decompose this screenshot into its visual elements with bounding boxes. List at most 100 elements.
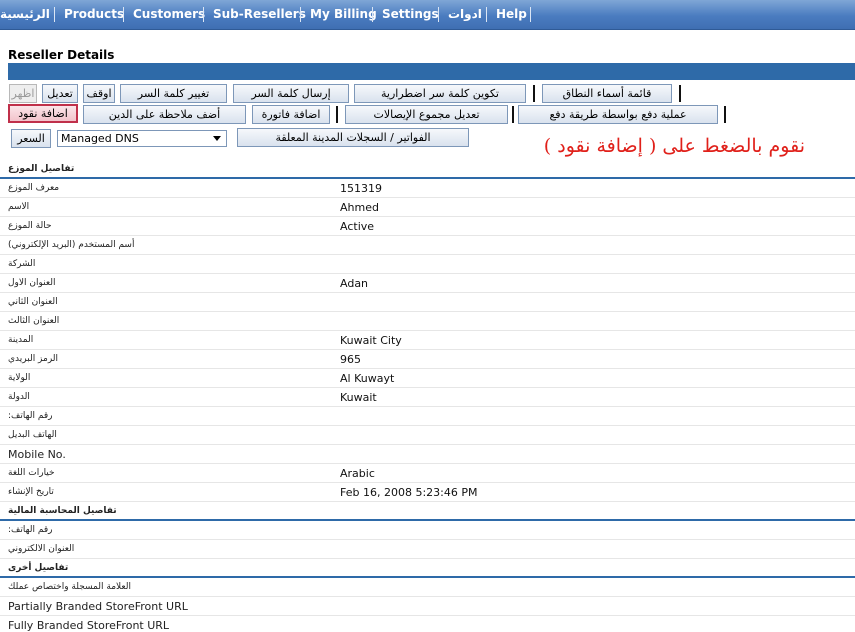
product-select-value: Managed DNS <box>61 132 139 145</box>
detail-row: الدولة Kuwait <box>0 388 855 407</box>
detail-value: Ahmed <box>340 201 379 214</box>
detail-row: خيارات اللغة Arabic <box>0 464 855 483</box>
top-navigation: الرئيسية Products Customers Sub-Reseller… <box>0 0 855 30</box>
edit-button[interactable]: تعديل <box>42 84 78 103</box>
detail-label: العنوان الالكتروني <box>8 544 75 554</box>
detail-label: الرمز البريدي <box>8 354 59 364</box>
detail-label: العنوان الاول <box>8 278 56 288</box>
detail-row: العنوان الالكتروني <box>0 540 855 559</box>
detail-label: تاريخ الإنشاء <box>8 487 54 497</box>
detail-label: تفاصيل أخرى <box>8 563 69 573</box>
detail-label: Mobile No. <box>8 448 66 461</box>
detail-label: العلامة المسجلة واختصاص عملك <box>8 582 131 592</box>
nav-sub-resellers[interactable]: Sub-Resellers <box>213 7 306 21</box>
nav-separator <box>300 7 301 22</box>
generate-random-password-button[interactable]: تكوين كلمة سر اضطرارية <box>354 84 526 103</box>
nav-tools[interactable]: ادوات <box>448 7 482 21</box>
detail-row: (أسم المستخدم (البريد الإلكتروني <box>0 236 855 255</box>
nav-separator <box>486 7 487 22</box>
suspend-button[interactable]: اوقف <box>83 84 115 103</box>
nav-separator <box>203 7 204 22</box>
detail-value: Adan <box>340 277 369 290</box>
nav-settings[interactable]: Settings <box>382 7 439 21</box>
chevron-down-icon <box>213 136 221 141</box>
detail-row: معرف الموزع 151319 <box>0 179 855 198</box>
add-invoice-button[interactable]: اضافة فاتورة <box>252 105 330 124</box>
add-funds-button[interactable]: اضافة نقود <box>8 104 78 123</box>
detail-value: Kuwait City <box>340 334 402 347</box>
detail-label: المدينة <box>8 335 34 345</box>
detail-label: العنوان الثالث <box>8 316 60 326</box>
payment-by-method-button[interactable]: عملية دفع بواسطة طريقة دفع <box>518 105 718 124</box>
modify-receipts-total-button[interactable]: تعديل مجموع الإيصالات <box>345 105 508 124</box>
detail-row: العنوان الثالث <box>0 312 855 331</box>
nav-separator <box>123 7 124 22</box>
detail-row: الرمز البريدي 965 <box>0 350 855 369</box>
detail-value: Feb 16, 2008 5:23:46 PM <box>340 486 478 499</box>
detail-row: Partially Branded StoreFront URL <box>0 597 855 616</box>
detail-value: 151319 <box>340 182 382 195</box>
detail-label: العنوان الثاني <box>8 297 58 307</box>
button-separator <box>336 106 338 123</box>
domain-names-list-button[interactable]: قائمة أسماء النطاق <box>542 84 672 103</box>
section-header: تفاصيل المحاسبة المالية <box>0 502 855 521</box>
section-header: تفاصيل الموزع <box>0 160 855 179</box>
detail-value: Arabic <box>340 467 375 480</box>
detail-label: :رقم الهاتف <box>8 411 53 421</box>
detail-label: :رقم الهاتف <box>8 525 53 535</box>
instruction-annotation: نقوم بالضغط على ( إضافة نقود ) <box>543 135 805 157</box>
detail-label: الدولة <box>8 392 30 402</box>
detail-row: Fully Branded StoreFront URL <box>0 616 855 632</box>
detail-row: الولاية Al Kuwayt <box>0 369 855 388</box>
detail-value: 965 <box>340 353 361 366</box>
detail-label: تفاصيل المحاسبة المالية <box>8 506 117 516</box>
detail-row: المدينة Kuwait City <box>0 331 855 350</box>
detail-label: معرف الموزع <box>8 183 60 193</box>
detail-row: الاسم Ahmed <box>0 198 855 217</box>
reseller-details-table: تفاصيل الموزع معرف الموزع 151319 الاسم Ahmed… <box>0 160 855 632</box>
send-password-button[interactable]: إرسال كلمة السر <box>233 84 349 103</box>
open-invoices-button[interactable]: الفواتير / السجلات المدينة المعلقة <box>237 128 469 147</box>
detail-row: :رقم الهاتف <box>0 407 855 426</box>
nav-separator <box>530 7 531 22</box>
detail-row: :رقم الهاتف <box>0 521 855 540</box>
nav-separator <box>54 7 55 22</box>
detail-label: الهاتف البديل <box>8 430 57 440</box>
button-separator <box>512 106 514 123</box>
button-separator <box>724 106 726 123</box>
product-select[interactable]: Managed DNS <box>57 130 227 147</box>
detail-value: Al Kuwayt <box>340 372 395 385</box>
nav-home[interactable]: الرئيسية <box>0 7 50 21</box>
nav-separator <box>372 7 373 22</box>
nav-customers[interactable]: Customers <box>133 7 205 21</box>
add-debit-note-button[interactable]: أضف ملاحظة على الدين <box>83 105 246 124</box>
detail-row: حالة الموزع Active <box>0 217 855 236</box>
change-password-button[interactable]: تغيير كلمة السر <box>120 84 227 103</box>
detail-label: الاسم <box>8 202 30 212</box>
detail-row: العنوان الثاني <box>0 293 855 312</box>
detail-row: الشركة <box>0 255 855 274</box>
detail-row: العنوان الاول Adan <box>0 274 855 293</box>
detail-label: الشركة <box>8 259 36 269</box>
nav-products[interactable]: Products <box>64 7 124 21</box>
detail-row: تاريخ الإنشاء Feb 16, 2008 5:23:46 PM <box>0 483 855 502</box>
nav-my-billing[interactable]: My Billing <box>310 7 377 21</box>
detail-label: Partially Branded StoreFront URL <box>8 600 188 613</box>
detail-label: خيارات اللغة <box>8 468 55 478</box>
detail-label: Fully Branded StoreFront URL <box>8 619 170 632</box>
detail-label: الولاية <box>8 373 31 383</box>
button-separator <box>679 85 681 102</box>
header-bar <box>8 63 855 80</box>
detail-value: Kuwait <box>340 391 377 404</box>
section-header: تفاصيل أخرى <box>0 559 855 578</box>
nav-help[interactable]: Help <box>496 7 527 21</box>
page-title: Reseller Details <box>8 48 115 62</box>
detail-label: (أسم المستخدم (البريد الإلكتروني <box>8 240 135 250</box>
detail-row: العلامة المسجلة واختصاص عملك <box>0 578 855 597</box>
detail-value: Active <box>340 220 375 233</box>
detail-row: الهاتف البديل <box>0 426 855 445</box>
price-button[interactable]: السعر <box>11 129 51 148</box>
detail-label: تفاصيل الموزع <box>8 164 75 174</box>
nav-separator <box>438 7 439 22</box>
show-button[interactable]: اظهر <box>9 84 37 103</box>
